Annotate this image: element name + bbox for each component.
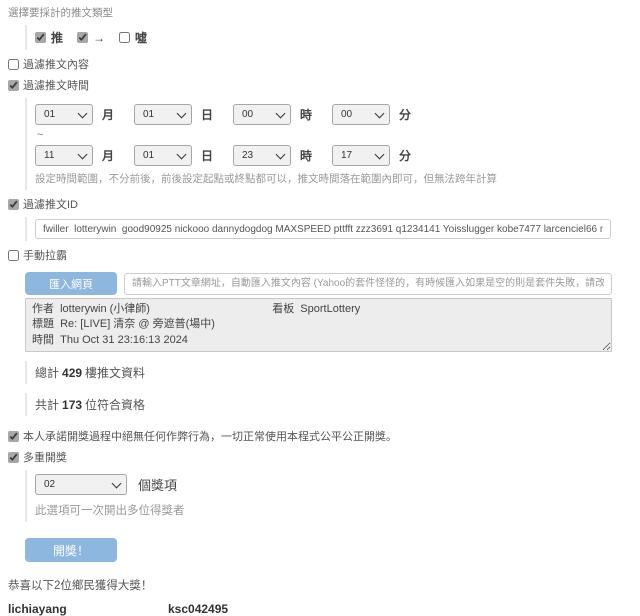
to-month-select-wrap: 11: [35, 145, 93, 166]
prize-count-select-wrap: 02: [35, 474, 127, 495]
boo-checkbox[interactable]: [119, 32, 130, 43]
article-url-input[interactable]: [124, 273, 612, 295]
filter-time-checkbox[interactable]: [8, 80, 19, 91]
to-month-select[interactable]: 11: [35, 145, 93, 166]
arrow-checkbox[interactable]: [77, 32, 88, 43]
from-minute-select[interactable]: 00: [332, 104, 390, 125]
id-filter-group: [25, 217, 640, 241]
hour-unit-label: 時: [300, 147, 312, 164]
winner-name: ksc042495: [168, 602, 328, 616]
hour-unit-label: 時: [300, 106, 312, 123]
time-range-separator: ~: [37, 129, 640, 141]
from-hour-select[interactable]: 00: [233, 104, 291, 125]
push-option-tui[interactable]: 推: [35, 29, 63, 46]
minute-unit-label: 分: [399, 106, 411, 123]
to-minute-select[interactable]: 17: [332, 145, 390, 166]
from-minute-select-wrap: 00: [332, 104, 390, 125]
arrow-label: →: [93, 31, 105, 45]
manual-slot-label: 手動拉霸: [23, 247, 67, 263]
stat-suffix: 樓推文資料: [85, 366, 145, 380]
time-from-row: 01 月 01 日 00 時 00 分: [35, 104, 640, 125]
filter-content-checkbox[interactable]: [8, 59, 19, 70]
from-month-select-wrap: 01: [35, 104, 93, 125]
multi-draw-note: 此選項可一次開出多位得獎者: [35, 502, 640, 518]
id-filter-input[interactable]: [35, 219, 611, 239]
stat-prefix: 總計: [35, 366, 59, 380]
pledge-checkbox[interactable]: [8, 431, 19, 442]
total-pushes-stat: 總計429樓推文資料: [25, 361, 640, 384]
to-hour-select[interactable]: 23: [233, 145, 291, 166]
article-content-textarea[interactable]: 作者 lotterywin (小律師) 看板 SportLottery 標題 R…: [25, 298, 612, 352]
to-day-select-wrap: 01: [134, 145, 192, 166]
multi-draw-group: 02 個獎項 此選項可一次開出多位得獎者: [25, 470, 640, 522]
time-filter-group: 01 月 01 日 00 時 00 分 ~ 11: [25, 98, 640, 190]
from-hour-select-wrap: 00: [233, 104, 291, 125]
filter-content-label: 過濾推文內容: [23, 56, 89, 72]
pledge-label: 本人承諾開獎過程中絕無任何作弊行為，一切正常使用本程式公平公正開獎。: [23, 428, 397, 444]
qualified-count-stat: 共計173位符合資格: [25, 393, 640, 416]
push-type-title: 選擇要採計的推文類型: [8, 5, 640, 20]
draw-button[interactable]: 開獎！: [25, 538, 117, 562]
import-row: 匯入網頁: [25, 272, 612, 295]
from-month-select[interactable]: 01: [35, 104, 93, 125]
filter-id-label: 過濾推文ID: [23, 196, 78, 212]
congrats-message: 恭喜以下2位鄉民獲得大獎！: [8, 577, 640, 593]
push-option-arrow[interactable]: →: [77, 31, 105, 45]
filter-time-row: 過濾推文時間: [8, 77, 640, 93]
multi-draw-row: 多重開獎: [8, 449, 640, 465]
to-day-select[interactable]: 01: [134, 145, 192, 166]
stat-prefix: 共計: [35, 398, 59, 412]
manual-slot-row: 手動拉霸: [8, 247, 640, 263]
push-option-boo[interactable]: 噓: [119, 29, 147, 46]
filter-time-label: 過濾推文時間: [23, 77, 89, 93]
boo-label: 噓: [135, 29, 147, 46]
filter-id-checkbox[interactable]: [8, 199, 19, 210]
multi-draw-checkbox[interactable]: [8, 452, 19, 463]
from-day-select[interactable]: 01: [134, 104, 192, 125]
minute-unit-label: 分: [399, 147, 411, 164]
import-webpage-button[interactable]: 匯入網頁: [25, 272, 117, 295]
manual-slot-checkbox[interactable]: [8, 250, 19, 261]
time-to-row: 11 月 01 日 23 時 17 分: [35, 145, 640, 166]
filter-id-row: 過濾推文ID: [8, 196, 640, 212]
day-unit-label: 日: [201, 106, 213, 123]
stat-suffix: 位符合資格: [85, 398, 145, 412]
prize-count-unit-label: 個獎項: [138, 475, 177, 494]
to-minute-select-wrap: 17: [332, 145, 390, 166]
push-label: 推: [51, 29, 63, 46]
month-unit-label: 月: [102, 147, 114, 164]
pledge-row: 本人承諾開獎過程中絕無任何作弊行為，一切正常使用本程式公平公正開獎。: [8, 428, 640, 444]
push-type-group: 推 → 噓: [25, 25, 640, 50]
prize-count-select[interactable]: 02: [35, 474, 127, 495]
winner-list: lichiayang ksc042495: [8, 602, 640, 616]
month-unit-label: 月: [102, 106, 114, 123]
day-unit-label: 日: [201, 147, 213, 164]
to-hour-select-wrap: 23: [233, 145, 291, 166]
winner-name: lichiayang: [8, 602, 168, 616]
push-checkbox[interactable]: [35, 32, 46, 43]
stat-value: 429: [62, 366, 82, 380]
filter-content-row: 過濾推文內容: [8, 56, 640, 72]
multi-draw-label: 多重開獎: [23, 449, 67, 465]
from-day-select-wrap: 01: [134, 104, 192, 125]
stat-value: 173: [62, 398, 82, 412]
time-filter-note: 設定時間範圍，不分前後，前後設定起點或終點都可以，推文時間落在範圍內即可，但無法…: [35, 171, 640, 186]
